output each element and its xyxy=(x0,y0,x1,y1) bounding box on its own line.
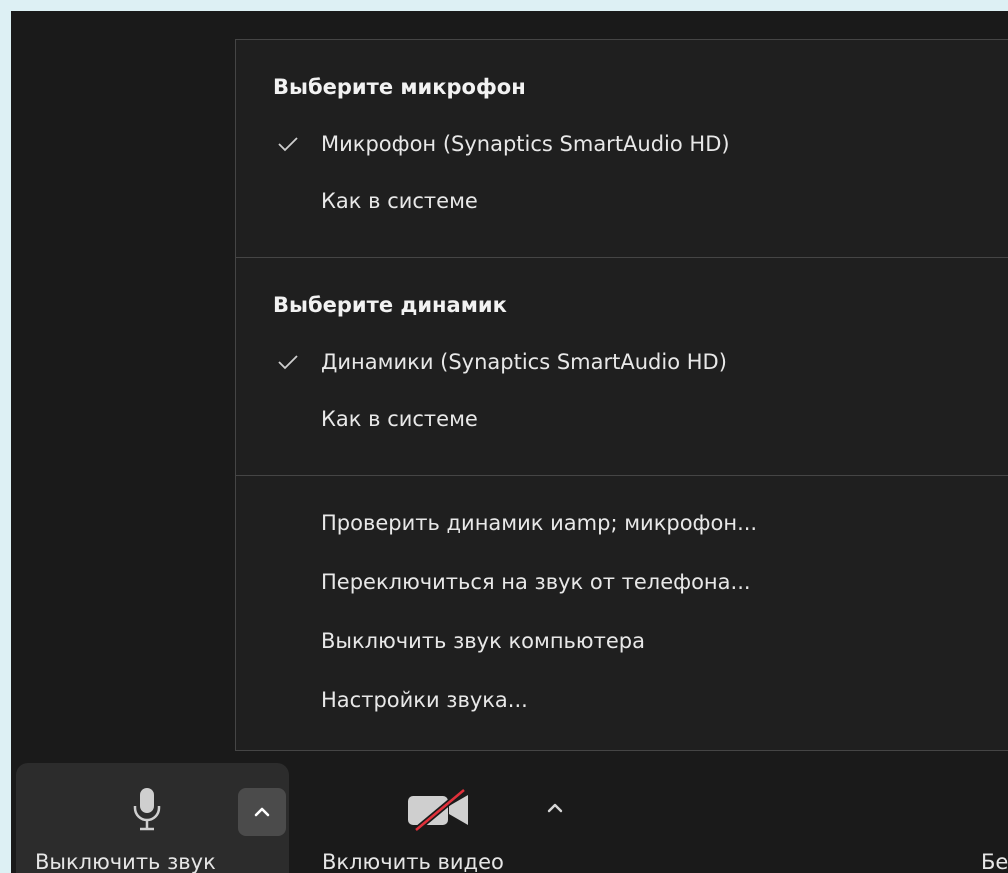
menu-item-leave-computer-audio[interactable]: Выключить звук компьютера xyxy=(236,626,1008,656)
menu-item-label: Динамики (Synaptics SmartAudio HD) xyxy=(321,350,727,374)
check-icon xyxy=(278,137,298,152)
zoom-window: Выберите микрофон Микрофон (Synaptics Sm… xyxy=(11,11,1008,873)
mute-button-label: Выключить звук xyxy=(35,850,216,873)
meeting-toolbar: Выключить звук Включить видео Бе xyxy=(11,751,1008,873)
microphone-section: Выберите микрофон Микрофон (Synaptics Sm… xyxy=(236,40,1008,258)
menu-item-speaker-synaptics[interactable]: Динамики (Synaptics SmartAudio HD) xyxy=(236,347,1008,377)
speaker-section: Выберите динамик Динамики (Synaptics Sma… xyxy=(236,258,1008,476)
speaker-heading: Выберите динамик xyxy=(273,293,507,317)
menu-item-label: Переключиться на звук от телефона... xyxy=(321,570,751,594)
menu-item-label: Выключить звук компьютера xyxy=(321,629,645,653)
menu-item-label: Микрофон (Synaptics SmartAudio HD) xyxy=(321,132,730,156)
audio-actions-section: Проверить динамик иamp; микрофон... Пере… xyxy=(236,476,1008,750)
video-off-icon[interactable] xyxy=(406,789,472,831)
menu-item-audio-settings[interactable]: Настройки звука... xyxy=(236,685,1008,715)
menu-item-microphone-synaptics[interactable]: Микрофон (Synaptics SmartAudio HD) xyxy=(236,129,1008,159)
menu-item-switch-phone-audio[interactable]: Переключиться на звук от телефона... xyxy=(236,567,1008,597)
menu-item-label: Проверить динамик иamp; микрофон... xyxy=(321,511,758,535)
menu-item-label: Как в системе xyxy=(321,407,478,431)
check-icon xyxy=(278,355,298,370)
video-button-label[interactable]: Включить видео xyxy=(322,847,504,873)
audio-options-toggle[interactable] xyxy=(238,788,286,836)
video-options-chevron-icon[interactable] xyxy=(545,800,565,816)
menu-item-speaker-system[interactable]: Как в системе xyxy=(236,404,1008,434)
audio-options-menu: Выберите микрофон Микрофон (Synaptics Sm… xyxy=(235,39,1008,751)
menu-item-microphone-system[interactable]: Как в системе xyxy=(236,186,1008,216)
menu-item-label: Настройки звука... xyxy=(321,688,528,712)
security-button-label-cut[interactable]: Бе xyxy=(981,847,1008,873)
microphone-icon xyxy=(133,788,161,831)
menu-item-test-speaker-mic[interactable]: Проверить динамик иamp; микрофон... xyxy=(236,508,1008,538)
chevron-up-icon xyxy=(254,807,270,817)
menu-item-label: Как в системе xyxy=(321,189,478,213)
microphone-heading: Выберите микрофон xyxy=(273,75,526,99)
